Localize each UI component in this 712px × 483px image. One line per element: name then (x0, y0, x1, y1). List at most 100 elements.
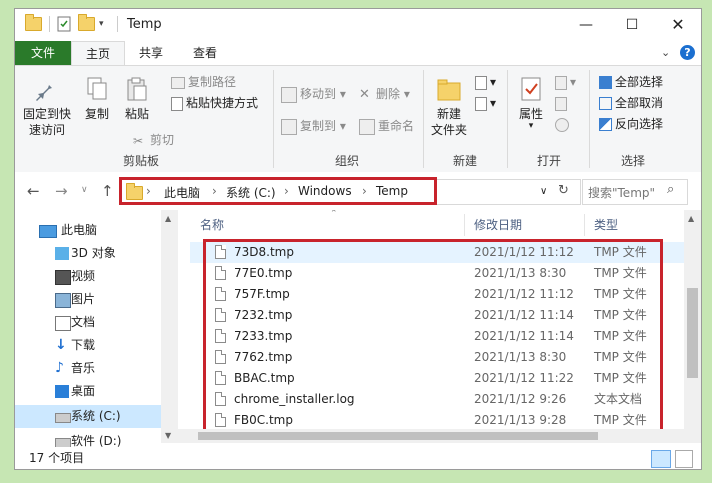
rename-button[interactable]: 重命名 (359, 116, 414, 136)
search-placeholder: 搜索"Temp" (588, 186, 656, 200)
nav-item-drive-d[interactable]: 软件 (D:) (15, 430, 161, 447)
invert-selection-icon (599, 118, 612, 131)
download-icon: ↓ (55, 337, 67, 353)
select-all-label: 全部选择 (615, 75, 664, 89)
rename-icon (359, 118, 375, 135)
navigation-pane: 此电脑 3D 对象 视频 图片 文档 ↓ 下载 ♪ 音乐 桌面 系统 (C:) … (15, 210, 161, 447)
cut-button[interactable]: ✂ 剪切 (133, 130, 174, 150)
paste-shortcut-button[interactable]: 粘贴快捷方式 (171, 93, 258, 113)
nav-item-videos[interactable]: 视频 (15, 265, 161, 288)
divider (423, 70, 424, 168)
tab-file[interactable]: 文件 (15, 41, 71, 65)
nav-item-documents[interactable]: 文档 (15, 311, 161, 334)
select-all-button[interactable]: 全部选择 (599, 72, 663, 92)
copy-to-label: 复制到 (300, 119, 337, 133)
organize-group-label: 组织 (335, 154, 360, 168)
desktop-icon (55, 385, 69, 398)
address-dropdown-icon[interactable]: ∨ (540, 186, 547, 197)
scissors-icon: ✂ (133, 133, 144, 148)
file-list-scrollbar[interactable]: ▲ (684, 210, 701, 443)
nav-label: 文档 (71, 315, 96, 329)
copy-button[interactable]: 复制 (79, 76, 115, 122)
new-item-icon (475, 75, 487, 90)
divider (507, 70, 508, 168)
nav-item-3d-objects[interactable]: 3D 对象 (15, 242, 161, 265)
nav-item-pictures[interactable]: 图片 (15, 288, 161, 311)
open-icon (555, 75, 567, 90)
maximize-button[interactable]: ☐ (609, 9, 655, 41)
properties-quick-icon[interactable] (57, 16, 71, 35)
cut-label: 剪切 (150, 133, 175, 147)
delete-button[interactable]: ✕ 删除 ▾ (359, 84, 410, 104)
tab-view[interactable]: 查看 (179, 41, 231, 65)
easy-access-button[interactable]: ▾ (475, 93, 496, 113)
nav-label: 下载 (71, 338, 96, 352)
nav-item-this-pc[interactable]: 此电脑 (15, 219, 161, 242)
nav-item-downloads[interactable]: ↓ 下载 (15, 334, 161, 357)
scroll-thumb[interactable] (198, 432, 598, 440)
horizontal-scrollbar[interactable] (178, 429, 684, 443)
divider (49, 16, 50, 32)
collapse-ribbon-icon[interactable]: ⌄ (661, 46, 670, 59)
clipboard-group-label: 剪贴板 (123, 154, 160, 168)
scroll-up-icon[interactable]: ▲ (165, 214, 171, 223)
pin-quick-access-button[interactable]: 固定到快 速访问 (19, 76, 75, 138)
documents-icon (55, 316, 71, 331)
up-icon[interactable]: ↑ (101, 182, 114, 200)
paste-shortcut-icon (171, 96, 183, 111)
move-to-button[interactable]: 移动到 ▾ (281, 84, 346, 104)
search-input[interactable]: 搜索"Temp" ⌕ (582, 179, 688, 205)
paste-button[interactable]: 粘贴 (119, 76, 155, 122)
open-group-label: 打开 (537, 154, 562, 168)
item-count: 17 个项目 (29, 451, 85, 465)
easy-access-icon (475, 96, 487, 111)
divider (584, 214, 585, 236)
nav-label: 视频 (71, 269, 96, 283)
new-folder-quick-icon[interactable] (78, 14, 95, 31)
open-button[interactable]: ▾ (555, 72, 576, 92)
select-all-icon (599, 76, 612, 89)
select-group-label: 选择 (621, 154, 646, 168)
tab-share[interactable]: 共享 (125, 41, 177, 65)
new-item-button[interactable]: ▾ (475, 72, 496, 92)
invert-selection-button[interactable]: 反向选择 (599, 114, 663, 134)
column-header-name[interactable]: 名称 (200, 216, 224, 233)
help-icon[interactable]: ? (680, 45, 695, 60)
nav-label: 音乐 (71, 361, 96, 375)
history-button[interactable] (555, 114, 572, 134)
nav-scrollbar[interactable]: ▲ ▼ (161, 210, 178, 443)
recent-locations-icon[interactable]: ∨ (81, 185, 88, 195)
refresh-icon[interactable]: ↻ (558, 183, 569, 198)
close-button[interactable]: ✕ (655, 9, 701, 41)
properties-button[interactable]: 属性 ▾ (511, 76, 551, 131)
new-folder-label: 新建 文件夹 (430, 107, 467, 137)
new-group-label: 新建 (453, 154, 478, 168)
scroll-thumb[interactable] (687, 288, 698, 378)
details-view-icon[interactable] (651, 450, 671, 468)
customize-toolbar-icon[interactable]: ▾ (99, 19, 104, 29)
search-icon[interactable]: ⌕ (667, 182, 674, 197)
copy-to-button[interactable]: 复制到 ▾ (281, 116, 346, 136)
nav-label: 系统 (C:) (71, 409, 121, 423)
scroll-up-icon[interactable]: ▲ (688, 214, 694, 223)
forward-icon[interactable]: → (55, 182, 68, 200)
file-list: ⌃ 名称 修改日期 类型 73D8.tmp 2021/1/12 11:12 TM… (178, 210, 684, 443)
scroll-down-icon[interactable]: ▼ (165, 431, 171, 440)
nav-item-desktop[interactable]: 桌面 (15, 380, 161, 403)
select-none-button[interactable]: 全部取消 (599, 93, 663, 113)
tab-home[interactable]: 主页 (71, 41, 125, 66)
folder-icon (25, 14, 42, 31)
column-header-date[interactable]: 修改日期 (474, 216, 522, 233)
nav-label: 桌面 (71, 384, 96, 398)
nav-item-drive-c[interactable]: 系统 (C:) (15, 405, 161, 428)
new-folder-button[interactable]: 新建 文件夹 (427, 76, 471, 138)
minimize-button[interactable]: — (563, 9, 609, 41)
music-icon: ♪ (55, 360, 64, 376)
copy-path-button[interactable]: 复制路径 (171, 72, 236, 92)
large-icons-view-icon[interactable] (675, 450, 693, 468)
copy-icon (84, 76, 110, 102)
nav-item-music[interactable]: ♪ 音乐 (15, 357, 161, 380)
edit-button[interactable] (555, 93, 570, 113)
back-icon[interactable]: ← (27, 182, 40, 200)
column-header-type[interactable]: 类型 (594, 216, 618, 233)
